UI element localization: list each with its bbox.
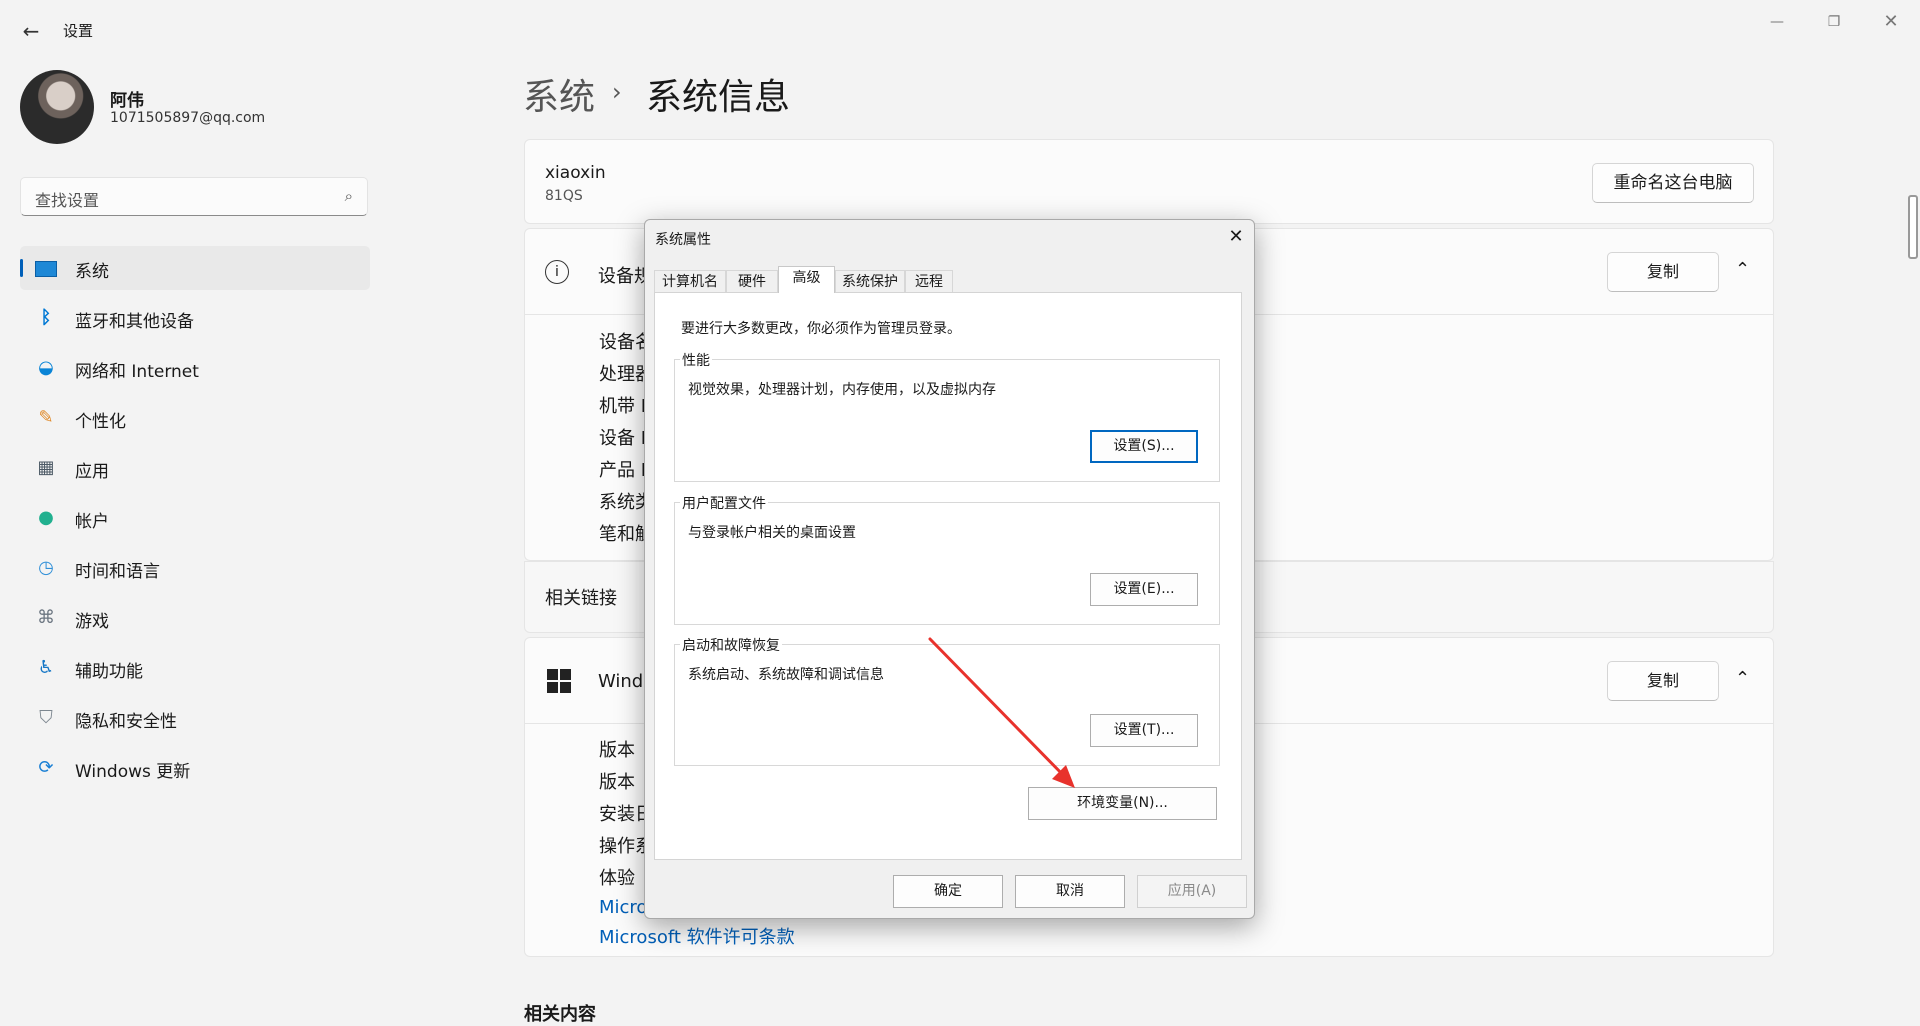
shield-icon: ⛉ — [39, 707, 53, 728]
sidebar-item-label: Windows 更新 — [75, 762, 191, 782]
rename-pc-button[interactable]: 重命名这台电脑 — [1592, 163, 1754, 203]
sidebar-item-gaming[interactable]: ⌘ 游戏 — [20, 596, 370, 640]
performance-group: 视觉效果，处理器计划，内存使用，以及虚拟内存 设置(S)... — [674, 359, 1220, 482]
ok-button[interactable]: 确定 — [893, 875, 1003, 908]
environment-variables-button[interactable]: 环境变量(N)... — [1028, 787, 1217, 820]
sidebar-item-personalization[interactable]: ✎ 个性化 — [20, 396, 370, 440]
search-placeholder: 查找设置 — [35, 191, 100, 210]
sidebar-item-network[interactable]: ◒ 网络和 Internet — [20, 346, 370, 390]
chevron-up-icon[interactable]: ⌃ — [1735, 668, 1750, 689]
sidebar-item-label: 蓝牙和其他设备 — [75, 312, 194, 332]
restore-icon[interactable]: ❐ — [1814, 10, 1854, 34]
sidebar-item-label: 应用 — [75, 462, 109, 482]
tab-computer-name[interactable]: 计算机名 — [654, 270, 726, 292]
copy-device-spec-button[interactable]: 复制 — [1607, 252, 1719, 292]
close-icon[interactable]: ✕ — [1223, 224, 1249, 250]
user-email: 1071505897@qq.com — [110, 110, 266, 126]
related-content-heading: 相关内容 — [524, 1004, 596, 1025]
close-icon[interactable]: ✕ — [1871, 10, 1911, 34]
related-links-label: 相关链接 — [545, 588, 617, 609]
brush-icon: ✎ — [38, 407, 54, 428]
user-name: 阿伟 — [110, 91, 144, 111]
performance-group-title: 性能 — [680, 350, 712, 370]
back-arrow-icon[interactable]: ← — [18, 18, 44, 44]
pc-name: xiaoxin — [545, 163, 606, 183]
search-icon: ⌕ — [344, 187, 353, 205]
sidebar-item-label: 网络和 Internet — [75, 362, 199, 382]
wifi-icon: ◒ — [38, 357, 54, 378]
performance-settings-button[interactable]: 设置(S)... — [1090, 430, 1198, 463]
cancel-button[interactable]: 取消 — [1015, 875, 1125, 908]
windows-logo-icon — [547, 669, 571, 693]
startup-recovery-group: 系统启动、系统故障和调试信息 设置(T)... — [674, 644, 1220, 766]
sidebar-item-label: 系统 — [75, 262, 109, 282]
account-icon: ● — [38, 507, 54, 528]
startup-recovery-desc: 系统启动、系统故障和调试信息 — [688, 667, 884, 683]
spec-label: 体验 — [599, 868, 635, 889]
avatar[interactable] — [20, 70, 94, 144]
sidebar-item-apps[interactable]: ▦ 应用 — [20, 446, 370, 490]
advanced-tab-panel: 要进行大多数更改，你必须作为管理员登录。 视觉效果，处理器计划，内存使用，以及虚… — [654, 292, 1242, 860]
bluetooth-icon: ᛒ — [40, 307, 52, 328]
gamepad-icon: ⌘ — [37, 607, 55, 628]
sidebar-item-accounts[interactable]: ● 帐户 — [20, 496, 370, 540]
sidebar-item-system[interactable]: 系统 — [20, 246, 370, 290]
license-terms-link[interactable]: Microsoft 软件许可条款 — [599, 923, 795, 949]
sidebar-item-privacy[interactable]: ⛉ 隐私和安全性 — [20, 696, 370, 740]
sidebar-item-windows-update[interactable]: ⟳ Windows 更新 — [20, 746, 370, 790]
minimize-icon[interactable]: — — [1757, 10, 1797, 34]
sidebar-item-label: 游戏 — [75, 612, 109, 632]
info-icon: i — [545, 260, 569, 284]
spec-label: 产品 I — [599, 460, 647, 481]
apps-icon: ▦ — [37, 457, 55, 478]
performance-desc: 视觉效果，处理器计划，内存使用，以及虚拟内存 — [688, 382, 996, 398]
tab-remote[interactable]: 远程 — [905, 270, 953, 292]
sidebar-item-label: 个性化 — [75, 412, 126, 432]
monitor-icon — [34, 256, 58, 280]
system-properties-dialog: 系统属性 ✕ 计算机名 硬件 高级 系统保护 远程 要进行大多数更改，你必须作为… — [644, 219, 1255, 919]
active-indicator — [20, 259, 23, 277]
update-icon: ⟳ — [38, 757, 54, 778]
sidebar-item-label: 隐私和安全性 — [75, 712, 177, 732]
sidebar-item-label: 辅助功能 — [75, 662, 143, 682]
sidebar-item-accessibility[interactable]: ♿ 辅助功能 — [20, 646, 370, 690]
app-title: 设置 — [63, 22, 94, 40]
accessibility-icon: ♿ — [37, 657, 55, 678]
chevron-up-icon[interactable]: ⌃ — [1735, 259, 1750, 280]
pc-name-card: xiaoxin 81QS 重命名这台电脑 — [524, 139, 1774, 224]
spec-label: 设备 I — [599, 428, 647, 449]
startup-recovery-group-title: 启动和故障恢复 — [680, 635, 782, 655]
scrollbar[interactable] — [1908, 195, 1918, 259]
startup-recovery-settings-button[interactable]: 设置(T)... — [1090, 714, 1198, 747]
user-profile-group-title: 用户配置文件 — [680, 493, 768, 513]
clock-globe-icon: ◷ — [38, 557, 54, 578]
tab-advanced[interactable]: 高级 — [778, 266, 835, 293]
search-input[interactable]: 查找设置 ⌕ — [20, 177, 368, 216]
user-profile-group: 与登录帐户相关的桌面设置 设置(E)... — [674, 502, 1220, 625]
admin-note: 要进行大多数更改，你必须作为管理员登录。 — [681, 321, 961, 337]
dialog-title: 系统属性 — [655, 232, 711, 248]
pc-model: 81QS — [545, 188, 583, 204]
tab-hardware[interactable]: 硬件 — [726, 270, 778, 292]
apply-button[interactable]: 应用(A) — [1137, 875, 1247, 908]
copy-windows-spec-button[interactable]: 复制 — [1607, 661, 1719, 701]
user-profile-settings-button[interactable]: 设置(E)... — [1090, 573, 1198, 606]
user-profile-desc: 与登录帐户相关的桌面设置 — [688, 525, 856, 541]
chevron-right-icon: › — [612, 78, 622, 106]
sidebar-item-bluetooth[interactable]: ᛒ 蓝牙和其他设备 — [20, 296, 370, 340]
sidebar-item-time-language[interactable]: ◷ 时间和语言 — [20, 546, 370, 590]
tab-system-protection[interactable]: 系统保护 — [835, 270, 905, 292]
spec-label: 版本 — [599, 772, 635, 793]
sidebar-item-label: 时间和语言 — [75, 562, 160, 582]
spec-label: 版本 — [599, 740, 635, 761]
sidebar-item-label: 帐户 — [75, 512, 109, 532]
page-title: 系统信息 — [646, 77, 791, 118]
breadcrumb-parent[interactable]: 系统 — [523, 68, 595, 120]
